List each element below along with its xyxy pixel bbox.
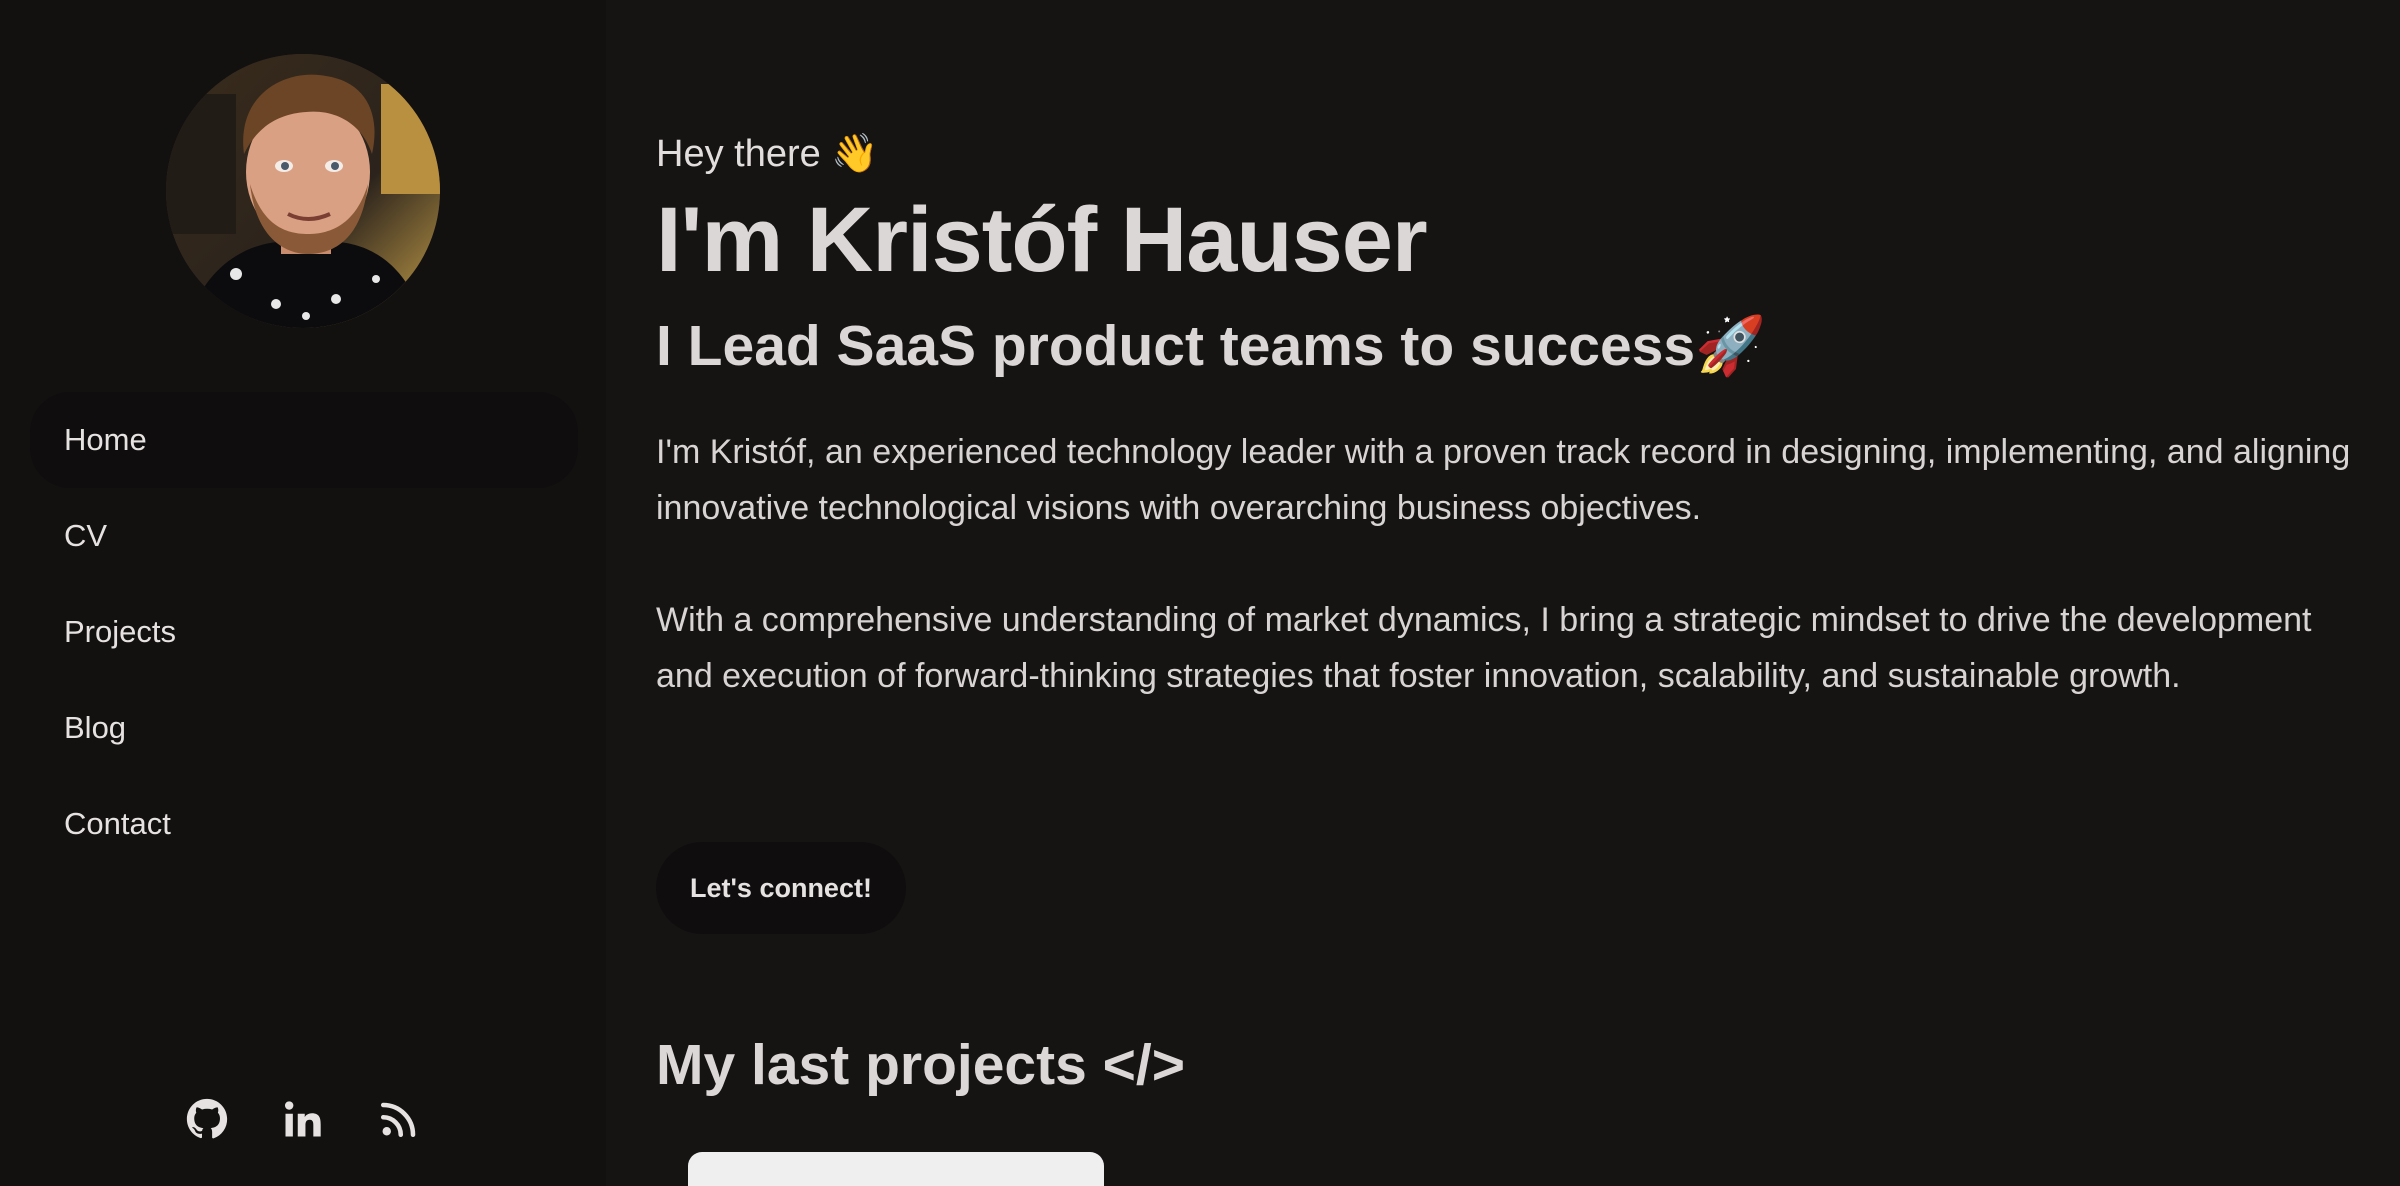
page-title: I'm Kristóf Hauser <box>656 189 1428 291</box>
sidebar: Home CV Projects Blog Contact <box>0 0 606 1186</box>
nav-item-contact[interactable]: Contact <box>30 776 578 872</box>
app: Home CV Projects Blog Contact Hey there … <box>0 0 2400 1186</box>
avatar <box>166 54 440 328</box>
greeting: Hey there 👋 <box>656 133 879 175</box>
project-card[interactable] <box>688 1152 1104 1186</box>
projects-section-title: My last projects </> <box>656 1033 1186 1097</box>
github-icon[interactable] <box>186 1098 228 1140</box>
social-links <box>186 1098 420 1140</box>
nav-item-projects[interactable]: Projects <box>30 584 578 680</box>
nav-item-blog[interactable]: Blog <box>30 680 578 776</box>
avatar-photo <box>166 54 440 328</box>
lets-connect-button[interactable]: Let's connect! <box>656 842 906 934</box>
main-nav: Home CV Projects Blog Contact <box>30 392 578 872</box>
tagline: I Lead SaaS product teams to success🚀 <box>656 314 1767 378</box>
bio-paragraph-1: I'm Kristóf, an experienced technology l… <box>656 433 2351 527</box>
rss-icon[interactable] <box>378 1098 420 1140</box>
main-content: Hey there 👋 I'm Kristóf Hauser I Lead Sa… <box>656 0 2356 1186</box>
nav-item-home[interactable]: Home <box>30 392 578 488</box>
bio-paragraph-2: With a comprehensive understanding of ma… <box>656 601 2312 695</box>
linkedin-icon[interactable] <box>282 1098 324 1140</box>
nav-item-cv[interactable]: CV <box>30 488 578 584</box>
